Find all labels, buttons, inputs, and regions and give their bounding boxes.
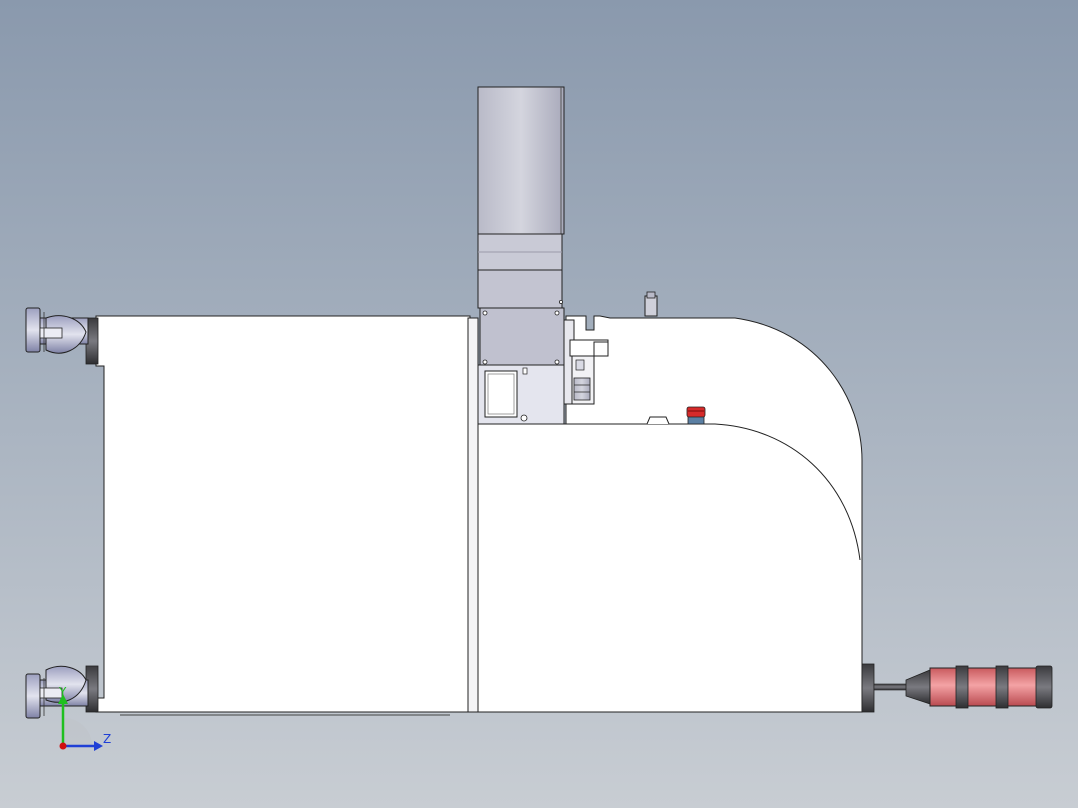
top-left-fitting[interactable] bbox=[25, 307, 99, 365]
z-axis-label: Z bbox=[103, 732, 111, 746]
triad-origin bbox=[59, 742, 67, 750]
y-axis-label: Y bbox=[58, 685, 67, 699]
side-handle[interactable] bbox=[861, 663, 1053, 713]
vertical-column[interactable] bbox=[477, 86, 565, 425]
divider-plate bbox=[467, 317, 479, 713]
ledge-tab bbox=[646, 416, 670, 425]
top-post bbox=[644, 291, 658, 317]
left-enclosure[interactable] bbox=[95, 315, 471, 716]
emergency-button[interactable] bbox=[686, 406, 706, 425]
cad-viewport[interactable]: Y Z bbox=[0, 0, 1078, 808]
